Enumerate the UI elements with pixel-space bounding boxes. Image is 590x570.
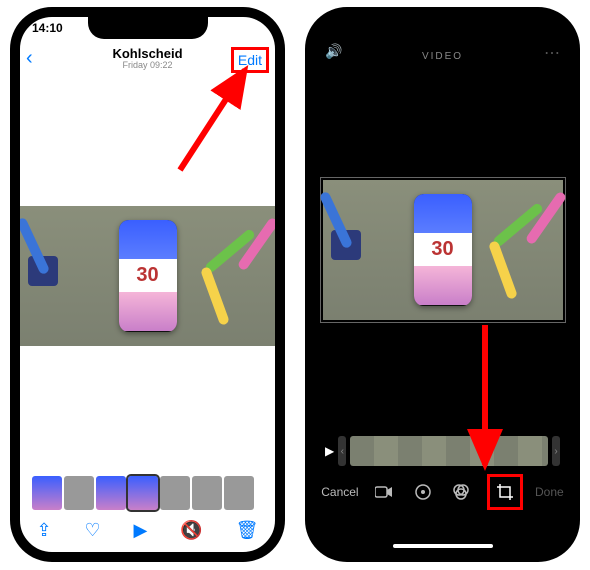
play-icon[interactable]: ▶ <box>134 520 148 541</box>
heart-icon[interactable]: ♡ <box>84 520 100 541</box>
trash-icon[interactable]: 🗑 <box>236 520 259 541</box>
video-tool-icon[interactable] <box>371 479 397 505</box>
marker-yellow <box>200 266 230 326</box>
tutorial-two-screens: 14:10 ‹ Kohlscheid Friday 09:22 Edit 30 <box>0 0 590 570</box>
back-icon[interactable]: ‹ <box>26 47 33 70</box>
editor-toolbar: Cancel Done <box>315 474 570 510</box>
video-frame: 30 <box>323 180 563 320</box>
toolbar: ⇪ ♡ ▶ 🔇 🗑 <box>20 514 275 546</box>
notch <box>383 17 503 39</box>
play-small-icon[interactable]: ▶ <box>325 444 334 458</box>
phone-in-photo: 30 <box>414 194 472 306</box>
thumb[interactable] <box>224 476 254 510</box>
marker-yellow <box>488 240 518 300</box>
more-icon[interactable]: ⋯ <box>544 43 560 63</box>
thumb[interactable] <box>192 476 222 510</box>
photo-number: 30 <box>119 259 177 293</box>
annotation-arrow-crop <box>460 320 510 485</box>
video-frame: 30 <box>20 206 275 346</box>
home-indicator[interactable] <box>393 544 493 548</box>
timeline-frames[interactable] <box>350 436 548 466</box>
status-time: 14:10 <box>32 21 63 35</box>
thumb[interactable] <box>96 476 126 510</box>
share-icon[interactable]: ⇪ <box>36 520 51 541</box>
trim-handle-right[interactable]: › <box>552 436 560 466</box>
phone-video-editor: 🔊 VIDEO ⋯ 30 ▶ <box>305 7 580 562</box>
editor-canvas[interactable]: 30 <box>315 77 570 422</box>
crop-frame[interactable]: 30 <box>321 178 565 322</box>
done-button[interactable]: Done <box>535 485 564 499</box>
thumb[interactable] <box>160 476 190 510</box>
thumb[interactable] <box>64 476 94 510</box>
thumb-selected[interactable] <box>128 476 158 510</box>
mute-icon[interactable]: 🔇 <box>180 520 202 541</box>
thumb[interactable] <box>32 476 62 510</box>
video-timeline[interactable]: ▶ ‹ › <box>325 436 560 466</box>
notch <box>88 17 208 39</box>
thumbnail-strip[interactable] <box>32 476 263 510</box>
annotation-arrow-edit <box>170 60 260 185</box>
cancel-button[interactable]: Cancel <box>321 485 358 499</box>
phone-in-photo: 30 <box>119 220 177 332</box>
photo-number: 30 <box>414 233 472 267</box>
adjust-tool-icon[interactable] <box>410 479 436 505</box>
trim-handle-left[interactable]: ‹ <box>338 436 346 466</box>
editor-mode-label: VIDEO <box>315 41 570 71</box>
